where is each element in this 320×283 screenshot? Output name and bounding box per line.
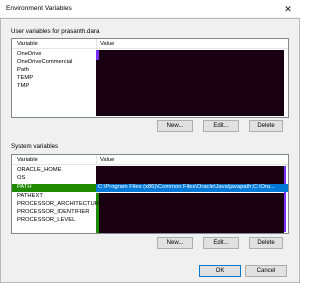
system-row-name: PROCESSOR_ARCHITECTURE — [17, 201, 103, 207]
system-row-name: OS — [17, 175, 26, 181]
column-separator — [96, 155, 97, 165]
system-col-value[interactable]: Value — [100, 157, 114, 163]
system-edit-button[interactable]: Edit... — [203, 237, 239, 249]
system-row[interactable]: OS — [12, 175, 288, 183]
user-row-name: TMP — [17, 83, 30, 89]
user-row[interactable]: TMP — [12, 83, 288, 91]
user-variables-table[interactable]: Variable Value OneDrive OneDriveCommerci… — [11, 38, 289, 118]
system-table-header: Variable Value — [12, 155, 288, 165]
user-col-value[interactable]: Value — [100, 41, 114, 47]
user-row[interactable]: Path — [12, 67, 288, 75]
close-icon[interactable]: ✕ — [276, 0, 300, 18]
system-row-name: ORACLE_HOME — [17, 167, 62, 173]
system-row[interactable]: PROCESSOR_IDENTIFIER — [12, 209, 288, 217]
system-row-name: PATH — [12, 184, 96, 192]
system-variables-table[interactable]: Variable Value ORACLE_HOME OS PATH C:\Pr… — [11, 154, 289, 234]
user-table-header: Variable Value — [12, 39, 288, 49]
user-row-name: TEMP — [17, 75, 34, 81]
user-row[interactable]: OneDrive — [12, 51, 288, 59]
user-row[interactable]: OneDriveCommercial — [12, 59, 288, 67]
system-row-name: PROCESSOR_IDENTIFIER — [17, 209, 90, 215]
user-row-name: OneDriveCommercial — [17, 59, 73, 65]
user-variables-label: User variables for prasanth.dara — [11, 28, 100, 35]
system-row-value: C:\Program Files (x86)\Common Files\Orac… — [98, 184, 275, 190]
system-col-variable[interactable]: Variable — [17, 157, 38, 163]
user-row-name: OneDrive — [17, 51, 42, 57]
user-row[interactable]: TEMP — [12, 75, 288, 83]
window-title: Environment Variables — [6, 5, 72, 12]
user-col-variable[interactable]: Variable — [17, 41, 38, 47]
column-separator — [96, 39, 97, 49]
system-row[interactable]: PATHEXT — [12, 193, 288, 201]
dialog-body: User variables for prasanth.dara Variabl… — [0, 18, 300, 283]
system-new-button[interactable]: New... — [157, 237, 193, 249]
system-row[interactable]: PROCESSOR_ARCHITECTURE — [12, 201, 288, 209]
system-variables-label: System variables — [11, 143, 59, 150]
system-row-selected[interactable]: PATH C:\Program Files (x86)\Common Files… — [12, 184, 288, 192]
user-new-button[interactable]: New... — [157, 120, 193, 132]
system-row-name: PROCESSOR_LEVEL — [17, 217, 76, 223]
user-row-name: Path — [17, 67, 29, 73]
user-edit-button[interactable]: Edit... — [203, 120, 239, 132]
user-delete-button[interactable]: Delete — [249, 120, 283, 132]
system-row[interactable]: PROCESSOR_LEVEL — [12, 217, 288, 225]
title-bar: Environment Variables ✕ — [0, 0, 300, 18]
system-row[interactable]: ORACLE_HOME — [12, 167, 288, 175]
ok-button[interactable]: OK — [199, 265, 241, 277]
system-row-name: PATHEXT — [17, 193, 43, 199]
system-delete-button[interactable]: Delete — [249, 237, 283, 249]
cancel-button[interactable]: Cancel — [245, 265, 287, 277]
